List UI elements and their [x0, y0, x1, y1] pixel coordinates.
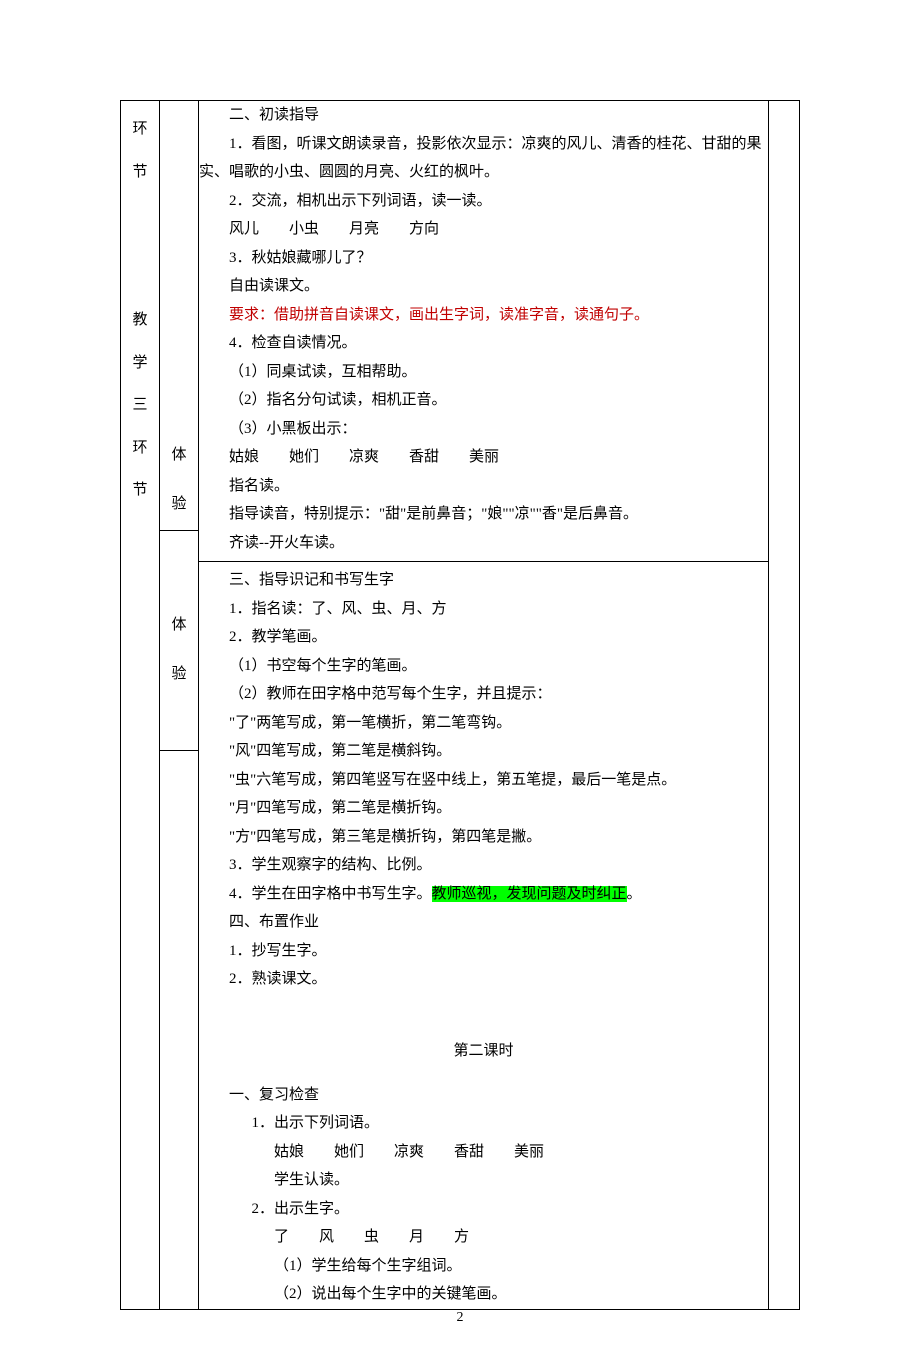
label-char: 体	[166, 441, 192, 470]
body-text: 2．出示生字。	[199, 1195, 768, 1224]
body-text: "风"四笔写成，第二笔是横斜钩。	[199, 737, 768, 766]
body-text: 2．教学笔画。	[199, 623, 768, 652]
body-text: 4．学生在田字格中书写生字。教师巡视，发现问题及时纠正。	[199, 880, 768, 909]
label-char: 体	[166, 611, 192, 640]
body-text: 1．抄写生字。	[199, 937, 768, 966]
body-text: 2．熟读课文。	[199, 965, 768, 994]
page-number: 2	[0, 1305, 920, 1332]
label-char: 节	[121, 476, 159, 505]
body-text: （3）小黑板出示：	[199, 415, 768, 444]
word-list: 姑娘 她们 凉爽 香甜 美丽	[199, 1138, 768, 1167]
body-text: "了"两笔写成，第一笔横折，第二笔弯钩。	[199, 709, 768, 738]
lesson-table: 环 节 教 学 三 环 节 体 验 体 验 二、初读指导 1．看图，听课文朗读录…	[120, 100, 800, 1310]
lesson-title: 第二课时	[199, 1037, 768, 1066]
body-text: 1．出示下列词语。	[199, 1109, 768, 1138]
requirement-text: 要求：借助拼音自读课文，画出生字词，读准字音，读通句子。	[199, 301, 768, 330]
label-char: 三	[121, 391, 159, 420]
heading-4: 四、布置作业	[199, 908, 768, 937]
body-text: （1）同桌试读，互相帮助。	[199, 358, 768, 387]
heading-3: 三、指导识记和书写生字	[199, 566, 768, 595]
body-text: "虫"六笔写成，第四笔竖写在竖中线上，第五笔提，最后一笔是点。	[199, 766, 676, 795]
body-text: （2）教师在田字格中范写每个生字，并且提示：	[199, 680, 768, 709]
body-text: 4．检查自读情况。	[199, 329, 768, 358]
body-text: 指名读。	[199, 472, 768, 501]
body-text: 指导读音，特别提示："甜"是前鼻音；"娘""凉""香"是后鼻音。	[199, 500, 768, 529]
label-char: 验	[166, 490, 192, 519]
label-char: 环	[121, 434, 159, 463]
label-char: 教	[121, 306, 159, 335]
word-list: 姑娘 她们 凉爽 香甜 美丽	[199, 443, 768, 472]
body-text: 3．学生观察字的结构、比例。	[199, 851, 768, 880]
label-char: 环	[121, 115, 159, 144]
body-text: （1）书空每个生字的笔画。	[199, 652, 768, 681]
label-char: 验	[166, 660, 192, 689]
body-text: 3．秋姑娘藏哪儿了？	[199, 244, 768, 273]
heading-2: 二、初读指导	[199, 101, 768, 130]
label-char: 节	[121, 158, 159, 187]
col-content: 二、初读指导 1．看图，听课文朗读录音，投影依次显示：凉爽的风儿、清香的桂花、甘…	[199, 101, 769, 1310]
body-text: 1．指名读：了、风、虫、月、方	[199, 595, 768, 624]
body-text: （2）指名分句试读，相机正音。	[199, 386, 768, 415]
col-section-label: 环 节 教 学 三 环 节	[121, 101, 160, 1310]
col-notes	[769, 101, 800, 1310]
heading-1: 一、复习检查	[199, 1081, 768, 1110]
body-text: "月"四笔写成，第二笔是横折钩。	[199, 794, 768, 823]
body-text: 齐读--开火车读。	[199, 529, 768, 558]
body-text: 。	[627, 886, 642, 902]
body-text: 1．看图，听课文朗读录音，投影依次显示：凉爽的风儿、清香的桂花、甘甜的果实、唱歌…	[199, 130, 768, 187]
char-list: 了 风 虫 月 方	[199, 1223, 768, 1252]
body-text: 4．学生在田字格中书写生字。	[229, 886, 432, 902]
col-subsection-label: 体 验 体 验	[160, 101, 199, 1310]
highlighted-text: 教师巡视，发现问题及时纠正	[432, 886, 627, 902]
word-list: 风儿 小虫 月亮 方向	[199, 215, 768, 244]
body-text: （1）学生给每个生字组词。	[199, 1252, 768, 1281]
body-text: 自由读课文。	[199, 272, 768, 301]
body-text: 学生认读。	[199, 1166, 768, 1195]
body-text: 2．交流，相机出示下列词语，读一读。	[199, 187, 768, 216]
label-char: 学	[121, 349, 159, 378]
body-text: "方"四笔写成，第三笔是横折钩，第四笔是撇。	[199, 823, 768, 852]
